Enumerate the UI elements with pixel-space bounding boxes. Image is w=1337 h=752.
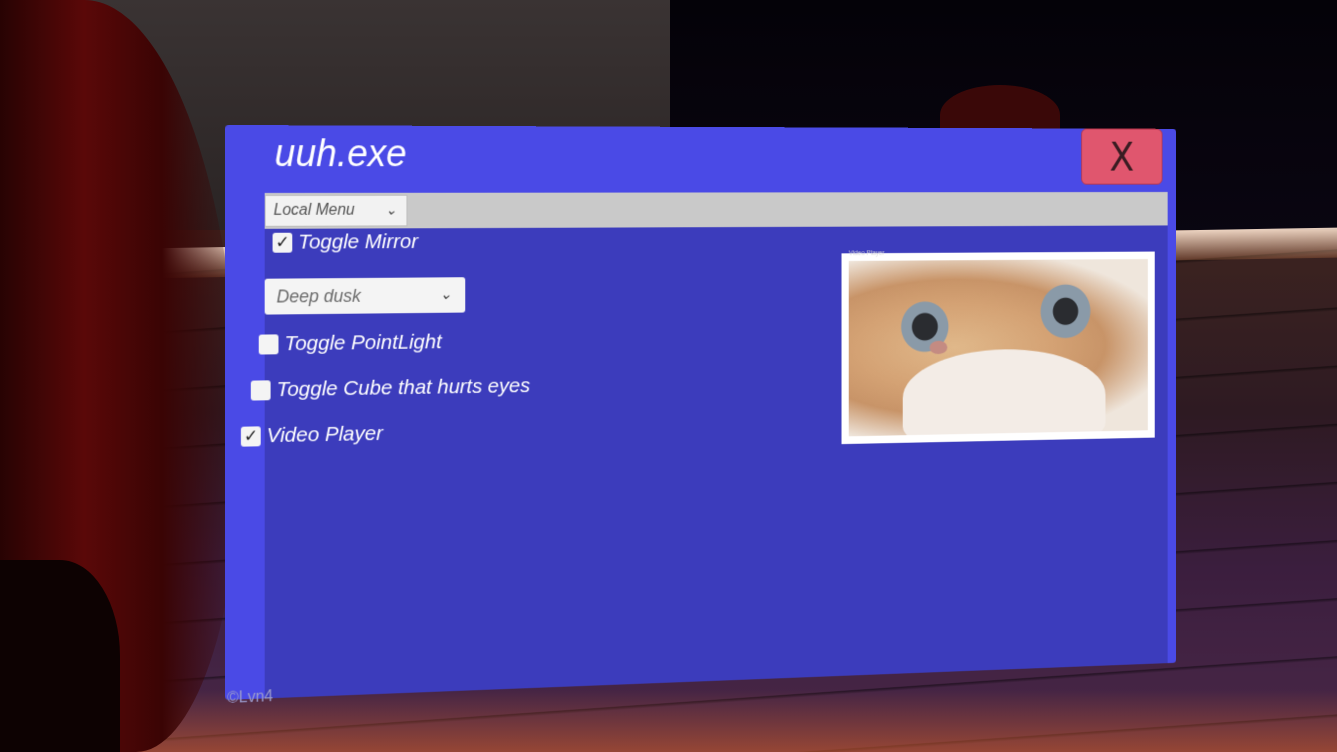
menu-panel: uuh.exe X Local Menu ⌄ ✓ Toggle Mirror D… [225,125,1177,707]
checkbox-unchecked-icon[interactable] [258,334,279,355]
toggle-pointlight-label: Toggle PointLight [284,330,442,356]
chevron-down-icon: ⌄ [439,286,452,303]
foreground-avatar-body [0,560,120,752]
toggle-cube[interactable]: Toggle Cube that hurts eyes [250,374,531,402]
bottom-light-strip [0,690,1337,752]
cat-nose [929,340,948,355]
menu-select[interactable]: Local Menu ⌄ [264,194,408,227]
checkbox-checked-icon[interactable]: ✓ [240,426,261,447]
video-player-label: Video Player [266,422,383,448]
cat-muzzle [902,348,1106,437]
toggle-mirror-label: Toggle Mirror [298,230,419,254]
video-player-mini-label: Video Player [848,250,885,258]
video-player[interactable]: Video Player [841,250,1155,445]
menu-select-value: Local Menu [273,201,355,219]
toggle-pointlight[interactable]: Toggle PointLight [258,330,442,356]
menu-content: ✓ Toggle Mirror Deep dusk ⌄ Toggle Point… [227,225,1168,707]
skybox-dropdown[interactable]: Deep dusk ⌄ [264,277,466,315]
close-icon: X [1109,133,1135,180]
chevron-down-icon: ⌄ [385,201,397,218]
toggle-video-player[interactable]: ✓ Video Player [240,422,383,449]
toggle-mirror[interactable]: ✓ Toggle Mirror [272,230,419,254]
checkbox-checked-icon[interactable]: ✓ [272,232,293,253]
close-button[interactable]: X [1081,128,1163,185]
video-frame-cat [848,259,1148,437]
menu-bar: Local Menu ⌄ [264,191,1168,229]
copyright-text: ©Lvn4 [226,688,274,707]
window-title: uuh.exe [274,133,407,176]
skybox-dropdown-value: Deep dusk [276,285,361,307]
toggle-cube-label: Toggle Cube that hurts eyes [276,374,531,402]
checkbox-unchecked-icon[interactable] [250,380,271,401]
